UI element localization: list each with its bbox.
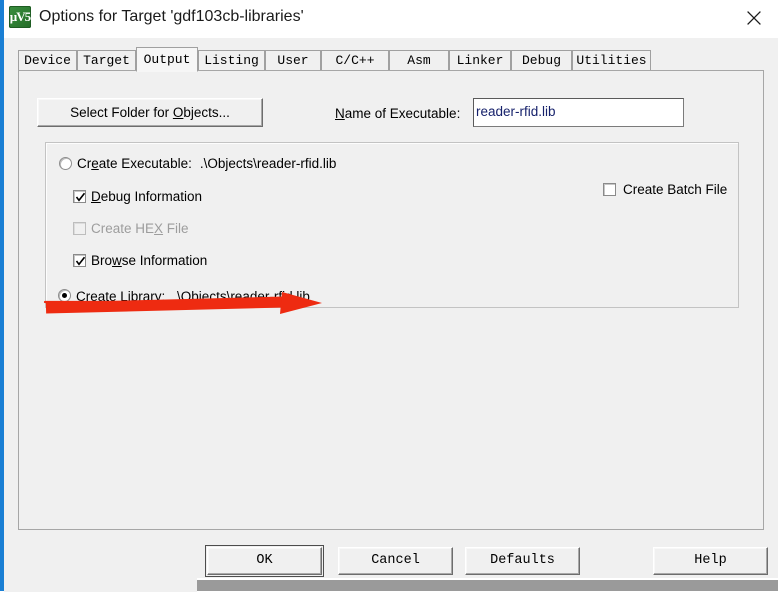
create-library-path: .\Objects\reader-rfid.lib [173,289,310,304]
ok-button-label: OK [256,553,273,568]
tab-user[interactable]: User [265,50,321,71]
close-icon[interactable] [730,0,778,34]
create-hex-file-checkbox [73,222,86,235]
debug-information-label[interactable]: Debug Information [91,189,202,204]
create-batch-file-checkbox[interactable] [603,183,616,196]
debug-information-checkbox[interactable] [73,190,86,203]
tab-output[interactable]: Output [136,47,198,72]
create-executable-radio[interactable] [59,157,72,170]
tab-target[interactable]: Target [77,50,136,71]
window-title: Options for Target 'gdf103cb-libraries' [39,8,304,25]
help-button[interactable]: Help [653,547,768,575]
options-dialog: µV5 Options for Target 'gdf103cb-librari… [4,0,778,578]
browse-information-checkbox[interactable] [73,254,86,267]
tab-c-cpp[interactable]: C/C++ [321,50,389,71]
ok-button[interactable]: OK [205,545,324,577]
app-icon-glyph: µV5 [9,9,31,24]
output-tab-panel: Select Folder for Objects... Name of Exe… [18,70,764,530]
create-executable-label[interactable]: Create Executable: .\Objects\reader-rfid.… [77,156,336,171]
name-of-executable-input[interactable]: reader-rfid.lib [473,98,684,127]
browse-information-label[interactable]: Browse Information [91,253,207,268]
titlebar-divider [4,38,778,39]
create-batch-file-label[interactable]: Create Batch File [623,182,727,197]
tab-linker[interactable]: Linker [449,50,511,71]
defaults-button[interactable]: Defaults [465,547,580,575]
create-executable-path: .\Objects\reader-rfid.lib [199,156,337,171]
help-button-label: Help [694,553,727,568]
name-of-executable-label: Name of Executable: [335,106,461,121]
select-folder-for-objects-button[interactable]: Select Folder for Objects... [37,98,263,127]
tab-listing[interactable]: Listing [198,50,265,71]
create-library-radio-dot [62,293,67,298]
create-library-radio[interactable] [58,289,71,302]
tab-debug[interactable]: Debug [511,50,572,71]
keil-uvision-icon: µV5 [9,6,31,28]
tab-utilities[interactable]: Utilities [572,50,651,71]
background-bottom-bar [197,580,778,591]
create-library-label[interactable]: Create Library: .\Objects\reader-rfid.lib [76,289,310,304]
tab-device[interactable]: Device [18,50,77,71]
cancel-button-label: Cancel [371,553,420,568]
cancel-button[interactable]: Cancel [338,547,453,575]
title-bar: µV5 Options for Target 'gdf103cb-librari… [4,0,778,38]
select-folder-button-label: Select Folder for Objects... [70,105,230,120]
tab-asm[interactable]: Asm [389,50,449,71]
create-hex-file-label: Create HEX File [91,221,189,236]
defaults-button-label: Defaults [490,553,555,568]
